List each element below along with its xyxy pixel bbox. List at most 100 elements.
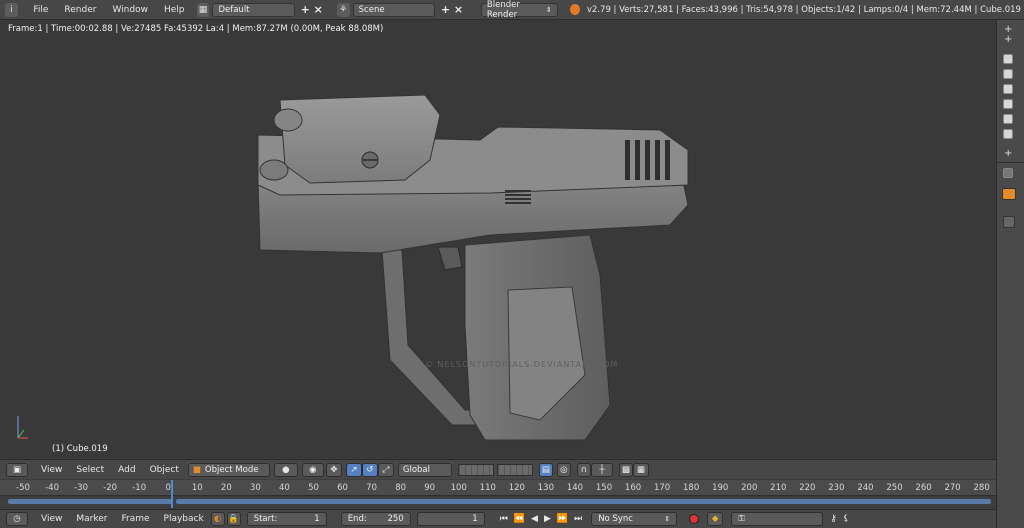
timeline-tick-label: -30 [74, 483, 89, 493]
delete-screen-button[interactable]: × [312, 3, 325, 16]
rotate-manipulator-button[interactable]: ↺ [361, 462, 378, 477]
jump-to-end-button[interactable]: ⏭ [571, 514, 585, 524]
menu-render[interactable]: Render [56, 5, 104, 15]
timeline-menu-frame[interactable]: Frame [114, 514, 156, 524]
start-frame-value: 1 [314, 514, 320, 524]
info-editor-icon[interactable]: i [5, 2, 18, 17]
outliner-item-icon[interactable] [1003, 54, 1013, 64]
object-mode-icon: ■ [192, 464, 201, 475]
render-animation-button[interactable]: ▦ [632, 462, 649, 477]
snap-element-dropdown[interactable]: ┼ [590, 462, 613, 477]
scene-icon[interactable]: ⚘ [336, 2, 350, 17]
preview-range-toggle[interactable]: ◐ [210, 512, 225, 526]
timeline-area[interactable]: -50 -40 -30 -20 -10 0 10 20 30 40 50 60 70 80 90 100 110… [0, 480, 996, 508]
rotate-arc-icon: ↺ [366, 464, 374, 475]
render-still-button[interactable]: ▩ [618, 462, 633, 477]
keying-set-button[interactable]: ◆ [707, 512, 724, 526]
timeline-tick-label: 170 [653, 483, 671, 493]
scroll-plus-icon[interactable]: + [1004, 148, 1012, 159]
viewport-shading-dropdown[interactable]: ● [273, 462, 298, 477]
lock-layers-button[interactable]: ▤ [538, 462, 553, 477]
outliner-item-icon[interactable] [1003, 69, 1013, 79]
play-button[interactable]: ▶ [541, 514, 554, 524]
insert-keyframe-button[interactable]: ⚷ [827, 514, 840, 524]
current-frame-field[interactable]: 1 [416, 512, 485, 526]
outliner-item-icon[interactable] [1003, 99, 1013, 109]
timeline-editor-type-button[interactable]: ◷ [6, 512, 28, 526]
render-engine-label: Blender Render [486, 0, 520, 20]
expand-region-plus-icon[interactable]: + [1004, 34, 1012, 45]
orientation-label: Global [402, 464, 430, 475]
preview-range-icon: ◐ [213, 514, 222, 524]
start-frame-label: Start: [253, 514, 278, 524]
jump-to-start-button[interactable]: ⏮ [497, 514, 511, 524]
screen-layout-field[interactable]: Default [212, 2, 295, 17]
delete-scene-button[interactable]: × [452, 3, 465, 16]
render-engine-dropdown[interactable]: Blender Render ⇕ [480, 0, 558, 20]
proportional-circle-icon: ◎ [560, 464, 568, 475]
timeline-tick-label: 120 [508, 483, 525, 493]
timeline-tick-label: -50 [16, 483, 30, 493]
timeline-header: ◷ View Marker Frame Playback ◐ 🔒 Start: … [0, 509, 996, 528]
properties-editor-icon[interactable] [1003, 168, 1013, 178]
timeline-menu-playback[interactable]: Playback [157, 514, 211, 524]
current-frame-indicator[interactable] [171, 480, 173, 508]
editor-type-button[interactable]: ▣ [6, 462, 28, 477]
menu-view[interactable]: View [34, 465, 69, 475]
active-keying-set-field[interactable]: ⚿ [731, 512, 824, 526]
right-side-panel: + + + [996, 20, 1024, 528]
proportional-edit-button[interactable]: ◎ [556, 462, 571, 477]
menu-help[interactable]: Help [156, 5, 193, 15]
jump-to-next-keyframe-button[interactable]: ⏩ [554, 514, 571, 524]
timeline-tick-label: 90 [424, 483, 436, 493]
3d-viewport[interactable]: Frame:1 | Time:00:02.88 | Ve:27485 Fa:45… [0, 20, 996, 458]
menu-file[interactable]: File [25, 5, 56, 15]
outliner-item-icon[interactable] [1003, 114, 1013, 124]
add-screen-button[interactable]: + [299, 3, 312, 16]
play-reverse-button[interactable]: ◀ [528, 514, 541, 524]
menu-object[interactable]: Object [143, 465, 186, 475]
layers-grid-a[interactable] [457, 463, 494, 476]
menu-add[interactable]: Add [111, 465, 142, 475]
pivot-point-dropdown[interactable]: ◉ [301, 462, 324, 477]
screen-layout-icon[interactable]: ▦ [196, 2, 210, 17]
menu-select[interactable]: Select [69, 465, 111, 475]
timeline-scrubber[interactable]: -50 -40 -30 -20 -10 0 10 20 30 40 50 60 70 80 90 100 110… [0, 480, 996, 496]
mode-label: Object Mode [204, 464, 259, 475]
snap-toggle[interactable]: ∩ [576, 462, 591, 477]
record-button[interactable] [689, 514, 700, 524]
timeline-tick-label: 130 [537, 483, 555, 493]
jump-to-prev-keyframe-button[interactable]: ⏪ [511, 514, 528, 524]
translate-manipulator-button[interactable]: ↗ [345, 462, 362, 477]
mode-dropdown[interactable]: ■ Object Mode [187, 462, 270, 477]
delete-keyframe-button[interactable]: ⚸ [840, 514, 853, 524]
properties-panel-icon[interactable] [1003, 216, 1015, 228]
manipulator-toggle[interactable]: ✥ [325, 462, 342, 477]
end-frame-field[interactable]: End: 250 [340, 512, 411, 526]
object-properties-icon[interactable] [1002, 188, 1016, 200]
add-scene-button[interactable]: + [439, 3, 452, 16]
chevron-updown-icon: ⇕ [664, 515, 671, 523]
transform-orientation-dropdown[interactable]: Global [397, 462, 452, 477]
timeline-tick-label: 150 [595, 483, 613, 493]
timeline-menu-marker[interactable]: Marker [69, 514, 114, 524]
scale-icon: ⤢ [382, 464, 390, 475]
outliner-item-icon[interactable] [1003, 129, 1013, 139]
timeline-range-segment [176, 499, 991, 504]
pistol-model-mesh[interactable] [240, 75, 700, 445]
menu-window[interactable]: Window [104, 5, 156, 15]
keyframe-diamond-icon: ◆ [711, 514, 719, 524]
outliner-item-icon[interactable] [1003, 84, 1013, 94]
sync-mode-dropdown[interactable]: No Sync ⇕ [591, 512, 678, 526]
layers-grid-b[interactable] [496, 463, 533, 476]
timeline-tick-label: 230 [828, 483, 845, 493]
scene-field[interactable]: Scene [352, 2, 435, 17]
lock-icon: ▤ [541, 464, 550, 475]
scale-manipulator-button[interactable]: ⤢ [377, 462, 394, 477]
lock-time-cursor-button[interactable]: 🔒 [226, 512, 241, 526]
scene-name: Scene [358, 4, 385, 15]
timeline-menu-view[interactable]: View [34, 514, 69, 524]
start-frame-field[interactable]: Start: 1 [246, 512, 327, 526]
render-frame-info: Frame:1 | Time:00:02.88 | Ve:27485 Fa:45… [8, 24, 384, 34]
3d-view-icon: ▣ [12, 464, 22, 475]
